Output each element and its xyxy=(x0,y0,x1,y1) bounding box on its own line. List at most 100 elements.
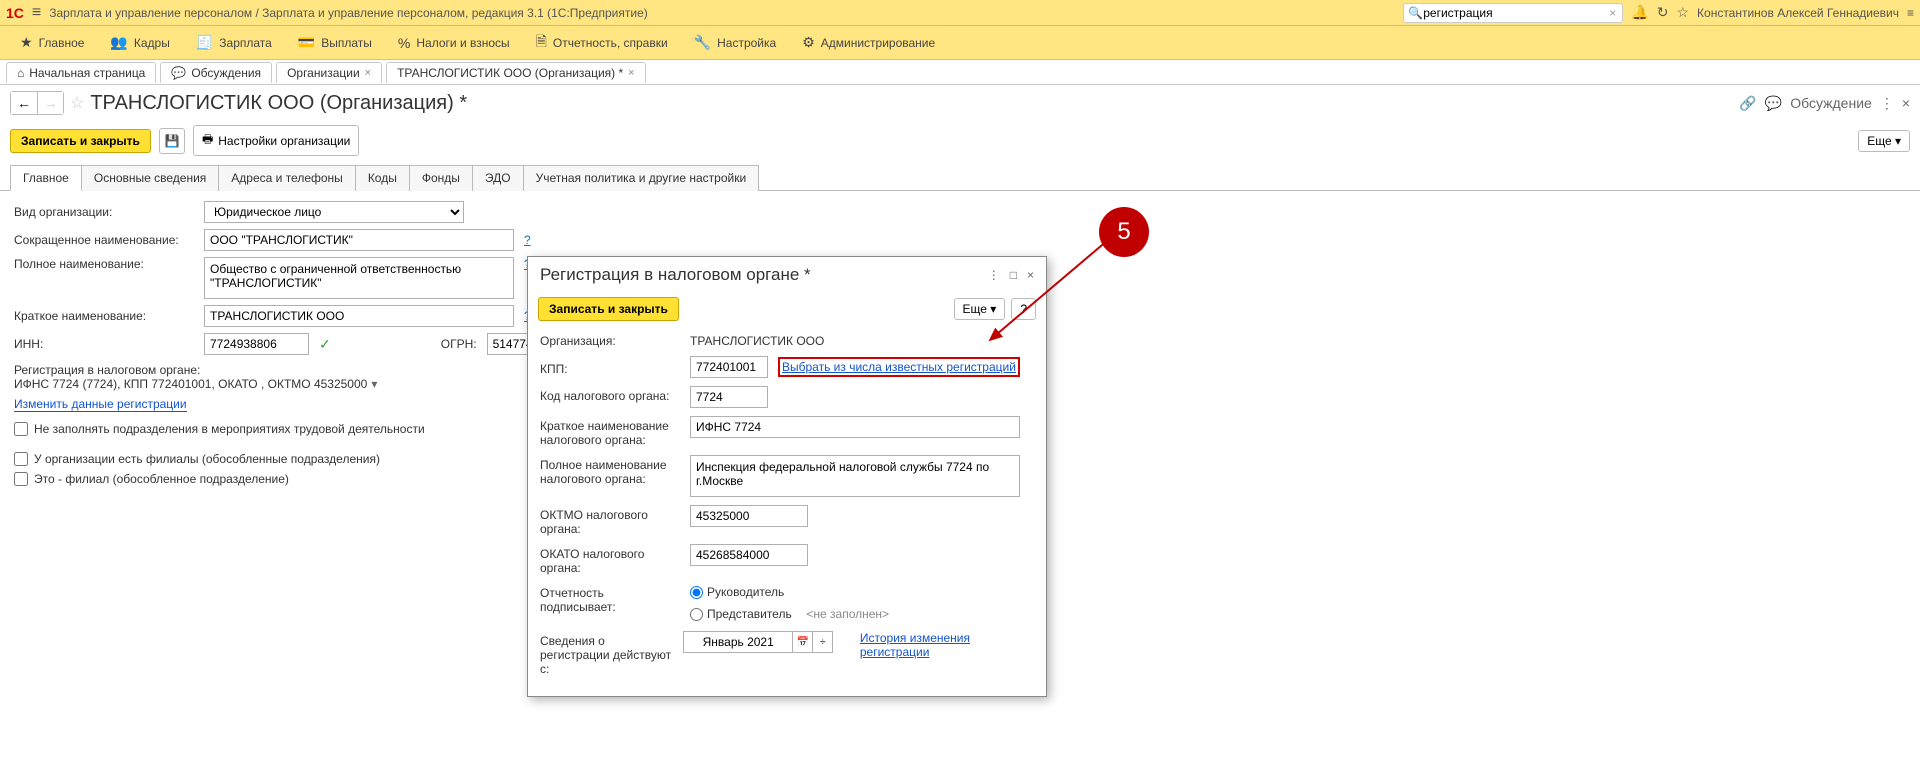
close-icon[interactable]: × xyxy=(365,67,371,79)
subtab-addresses[interactable]: Адреса и телефоны xyxy=(219,165,356,191)
short-name-label: Сокращенное наименование: xyxy=(14,233,194,247)
subtab-main[interactable]: Главное xyxy=(10,165,82,191)
dlg-taxcode-input[interactable] xyxy=(690,386,768,408)
edit-registration-link[interactable]: Изменить данные регистрации xyxy=(14,397,187,412)
dlg-taxcode-label: Код налогового органа: xyxy=(540,386,680,403)
dialog-close-icon[interactable]: × xyxy=(1027,268,1034,282)
close-page-icon[interactable]: × xyxy=(1902,95,1910,111)
date-picker-button[interactable]: 📅 xyxy=(793,631,813,653)
dlg-kpp-input[interactable] xyxy=(690,356,768,378)
dlg-effective-input[interactable] xyxy=(683,631,793,653)
cb-is-branch-label: Это - филиал (обособленное подразделение… xyxy=(34,472,289,486)
tab-organizations[interactable]: Организации × xyxy=(276,62,382,83)
dialog-more-button[interactable]: Еще ▾ xyxy=(954,298,1006,320)
nav-back-button[interactable]: ← xyxy=(11,92,37,114)
inn-input[interactable] xyxy=(204,333,309,355)
home-icon: ⌂ xyxy=(17,66,24,80)
dlg-okato-input[interactable] xyxy=(690,544,808,566)
dlg-signer-leader-radio[interactable] xyxy=(690,586,703,599)
dialog-help-button[interactable]: ? xyxy=(1011,298,1036,320)
menu-taxes[interactable]: %Налоги и взносы xyxy=(386,31,522,55)
favorite-star-icon[interactable]: ☆ xyxy=(70,93,84,113)
app-title: Зарплата и управление персоналом / Зарпл… xyxy=(49,6,648,20)
save-close-button[interactable]: Записать и закрыть xyxy=(10,129,151,153)
subtab-codes[interactable]: Коды xyxy=(356,165,410,191)
chevron-down-icon: ▾ xyxy=(990,302,996,316)
menu-payouts[interactable]: 💳Выплаты xyxy=(286,30,384,55)
dlg-not-set-hint: <не заполнен> xyxy=(806,607,889,621)
search-box[interactable]: 🔍 × xyxy=(1403,3,1623,23)
tax-registration-dialog: Регистрация в налоговом органе * ⋮ □ × З… xyxy=(527,256,1047,697)
org-type-select[interactable]: Юридическое лицо xyxy=(204,201,464,223)
cb-has-branches[interactable] xyxy=(14,452,28,466)
tab-obsujdeniya[interactable]: 💬 Обсуждения xyxy=(160,62,272,83)
settings-bars-icon[interactable]: ≡ xyxy=(1907,6,1914,20)
page-title: ТРАНСЛОГИСТИК ООО (Организация) * xyxy=(90,92,467,115)
dropdown-arrow-icon[interactable]: ▾ xyxy=(371,377,377,391)
date-stepper-button[interactable]: ÷ xyxy=(813,631,833,653)
link-icon[interactable]: 🔗 xyxy=(1739,95,1756,112)
cb-no-subdiv-label: Не заполнять подразделения в мероприятия… xyxy=(34,422,425,436)
select-known-highlight: Выбрать из числа известных регистраций xyxy=(778,357,1020,377)
tab-org-translogistic[interactable]: ТРАНСЛОГИСТИК ООО (Организация) * × xyxy=(386,62,646,83)
discuss-icon[interactable]: 💬 xyxy=(1765,95,1782,112)
tab-start-page[interactable]: ⌂ Начальная страница xyxy=(6,62,156,83)
more-dots-icon[interactable]: ⋮ xyxy=(1880,95,1894,112)
chevron-down-icon: ▾ xyxy=(1895,134,1901,148)
dlg-oktmo-input[interactable] xyxy=(690,505,808,527)
dlg-signer-label: Отчетность подписывает: xyxy=(540,583,680,614)
more-button[interactable]: Еще ▾ xyxy=(1858,130,1910,152)
org-type-label: Вид организации: xyxy=(14,205,194,219)
org-settings-button[interactable]: 🖶Настройки организации xyxy=(193,125,359,156)
nav-forward-button[interactable]: → xyxy=(37,92,63,114)
cb-no-subdiv[interactable] xyxy=(14,422,28,436)
dlg-taxshort-input[interactable] xyxy=(690,416,1020,438)
wrench-icon: 🔧 xyxy=(694,34,711,51)
callout-badge-5: 5 xyxy=(1099,207,1149,257)
cb-is-branch[interactable] xyxy=(14,472,28,486)
logo-1c: 1C xyxy=(6,5,24,21)
subtab-funds[interactable]: Фонды xyxy=(410,165,473,191)
nav-buttons: ← → xyxy=(10,91,64,115)
menu-admin[interactable]: ⚙Администрирование xyxy=(790,30,947,55)
dialog-more-icon[interactable]: ⋮ xyxy=(988,268,1000,282)
history-icon[interactable]: ↻ xyxy=(1657,4,1669,21)
dlg-signer-rep-radio[interactable] xyxy=(690,608,703,621)
dlg-okato-label: ОКАТО налогового органа: xyxy=(540,544,680,575)
subtab-edo[interactable]: ЭДО xyxy=(473,165,524,191)
help-link[interactable]: ? xyxy=(524,233,531,247)
registration-history-link[interactable]: История изменения регистрации xyxy=(860,631,1034,659)
search-input[interactable] xyxy=(1423,6,1607,20)
search-clear-icon[interactable]: × xyxy=(1607,6,1618,20)
dlg-org-label: Организация: xyxy=(540,331,680,348)
inn-label: ИНН: xyxy=(14,337,194,351)
subtab-basic[interactable]: Основные сведения xyxy=(82,165,219,191)
tax-reg-summary: ИФНС 7724 (7724), КПП 772401001, ОКАТО ,… xyxy=(14,377,367,391)
dialog-save-close-button[interactable]: Записать и закрыть xyxy=(538,297,679,321)
hamburger-icon[interactable]: ≡ xyxy=(32,4,41,22)
menu-settings[interactable]: 🔧Настройка xyxy=(682,30,789,55)
discuss-link[interactable]: Обсуждение xyxy=(1790,95,1872,111)
subtab-policy[interactable]: Учетная политика и другие настройки xyxy=(524,165,760,191)
select-known-registrations-link[interactable]: Выбрать из числа известных регистраций xyxy=(782,360,1016,374)
percent-icon: % xyxy=(398,35,410,51)
brief-name-input[interactable] xyxy=(204,305,514,327)
close-icon[interactable]: × xyxy=(628,67,634,79)
chat-icon: 💬 xyxy=(171,66,186,80)
cb-has-branches-label: У организации есть филиалы (обособленные… xyxy=(34,452,380,466)
dlg-kpp-label: КПП: xyxy=(540,359,680,376)
salary-icon: 🧾 xyxy=(196,34,213,51)
dialog-maximize-icon[interactable]: □ xyxy=(1010,268,1017,282)
bell-icon[interactable]: 🔔 xyxy=(1631,4,1648,21)
menu-staff[interactable]: 👥Кадры xyxy=(98,30,181,55)
full-name-input[interactable]: Общество с ограниченной ответственностью… xyxy=(204,257,514,299)
dlg-taxfull-input[interactable]: Инспекция федеральной налоговой службы 7… xyxy=(690,455,1020,497)
menu-main[interactable]: ★Главное xyxy=(8,30,96,55)
dlg-org-value: ТРАНСЛОГИСТИК ООО xyxy=(690,331,824,348)
save-button[interactable]: 💾 xyxy=(159,128,185,154)
dlg-taxshort-label: Краткое наименование налогового органа: xyxy=(540,416,680,447)
menu-salary[interactable]: 🧾Зарплата xyxy=(184,30,284,55)
menu-reports[interactable]: 🗎Отчетность, справки xyxy=(524,27,680,59)
star-icon[interactable]: ☆ xyxy=(1676,4,1689,21)
short-name-input[interactable] xyxy=(204,229,514,251)
